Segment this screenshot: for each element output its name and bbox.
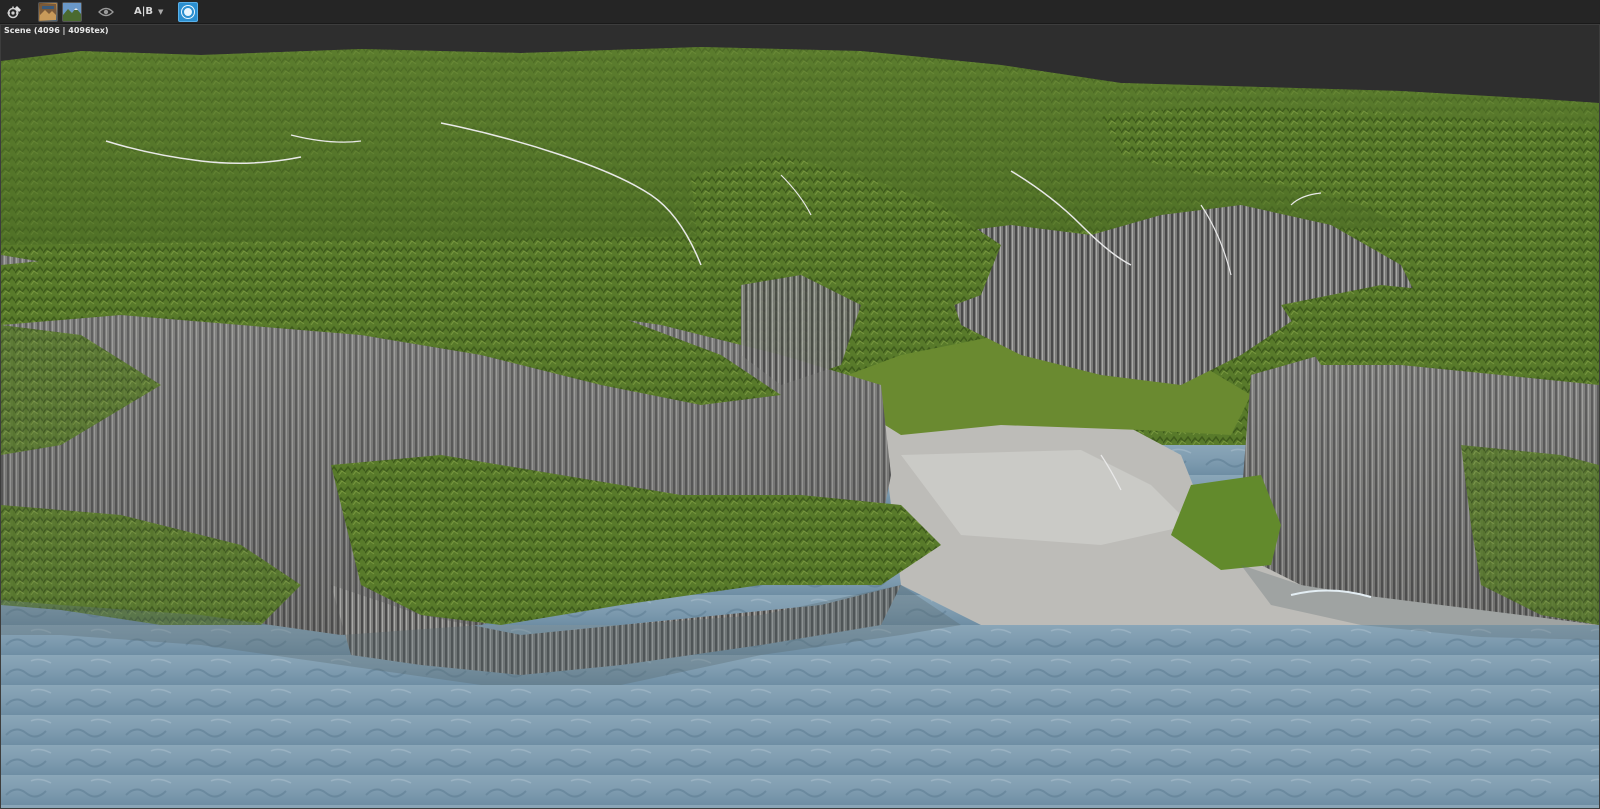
chevron-down-icon: ▼	[158, 7, 164, 16]
3d-viewport[interactable]	[0, 24, 1600, 809]
terrain-render	[1, 25, 1599, 808]
ab-compare-dropdown[interactable]: A|B ▼	[130, 2, 164, 22]
viewport-toolbar: A|B ▼	[0, 0, 1600, 24]
target-icon	[182, 5, 194, 18]
viewport-scene-label: Scene (4096 | 4096tex)	[4, 26, 109, 35]
ab-compare-label: A|B	[134, 6, 154, 17]
scene-settings-button[interactable]	[4, 2, 24, 22]
eye-icon	[98, 7, 114, 16]
landscape-thumbnail-icon	[63, 2, 81, 21]
render-thumbnail-icon	[40, 3, 56, 20]
landscape-view-button[interactable]	[62, 1, 82, 22]
gear-paint-icon	[7, 5, 21, 18]
render-button[interactable]	[38, 1, 58, 22]
visibility-toggle[interactable]	[96, 2, 116, 22]
active-view-toggle[interactable]	[178, 1, 198, 22]
terrain-editor-window: A|B ▼ Scene (4096 | 4096tex)	[0, 0, 1600, 809]
